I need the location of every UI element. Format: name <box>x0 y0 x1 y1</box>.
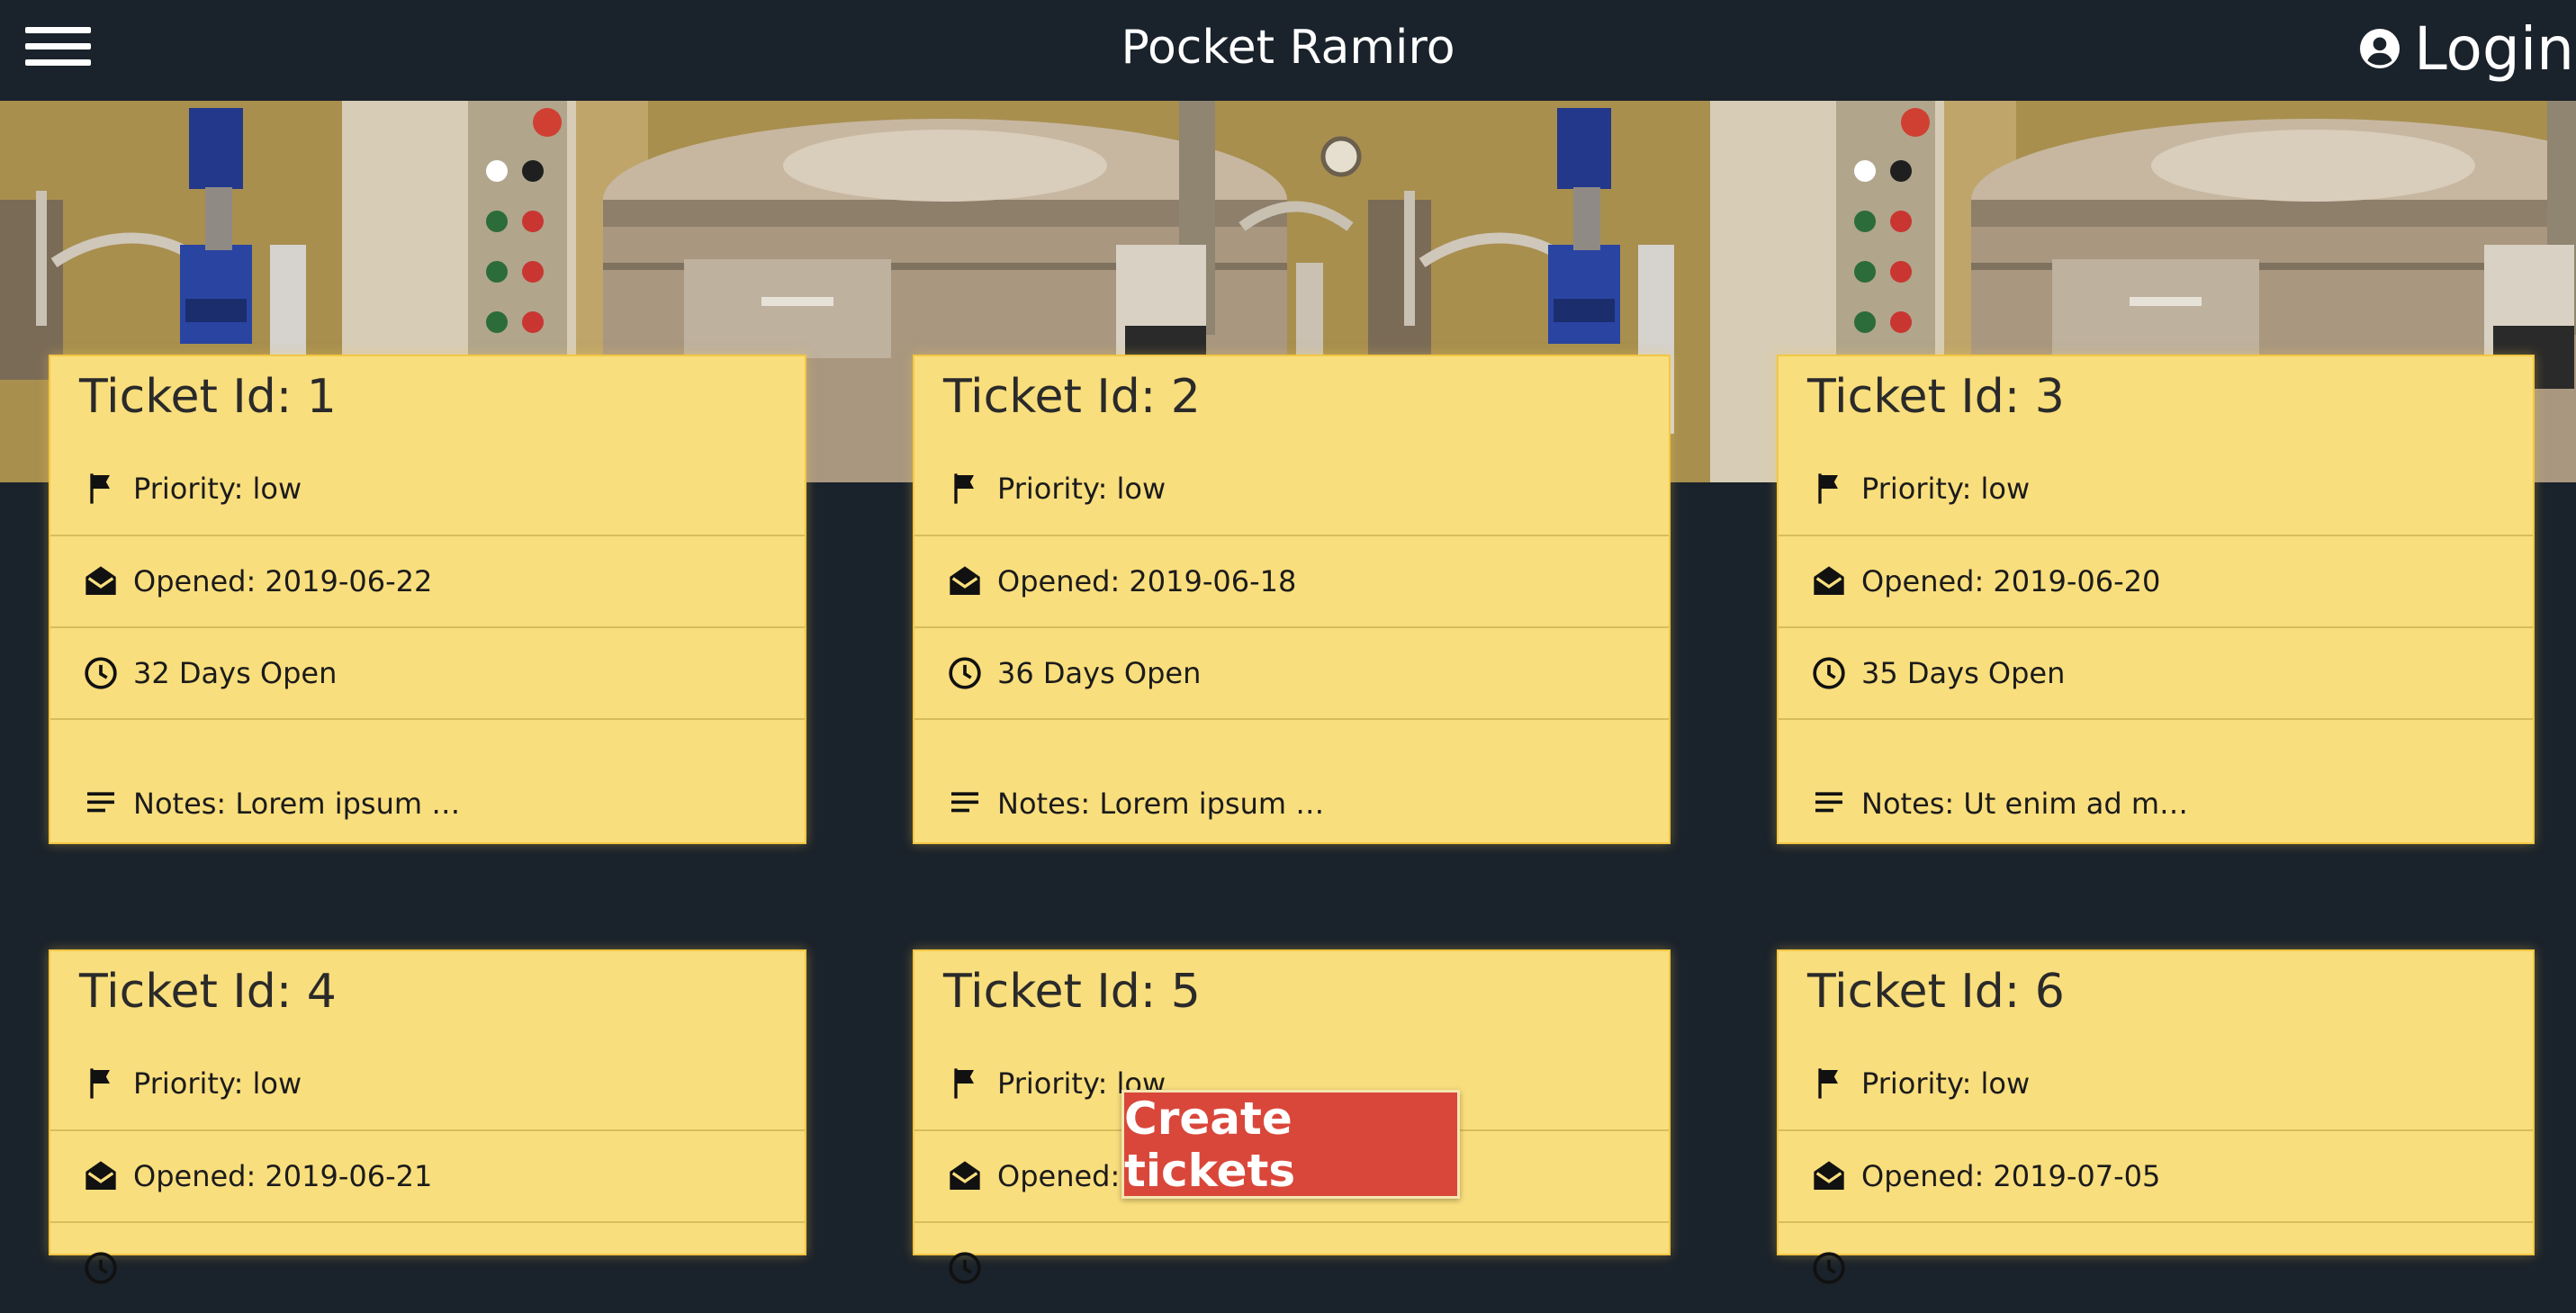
days-open-text: 35 Days Open <box>1861 656 2066 690</box>
notes-row: Notes: Ut enim ad m… <box>1779 718 2533 848</box>
ticket-title: Ticket Id: 1 <box>79 370 337 424</box>
envelope-open-icon <box>1814 566 1844 595</box>
notes-lines-icon <box>1815 792 1842 813</box>
opened-row: Opened: 2019-06-20 <box>1779 535 2533 626</box>
clock-icon <box>949 657 981 689</box>
ticket-card[interactable]: Ticket Id: 6 Priority: low Opened: 2019-… <box>1777 949 2535 1284</box>
days-open-row <box>50 1221 805 1313</box>
app-title: Pocket Ramiro <box>1121 21 1455 75</box>
days-open-row: 32 Days Open <box>50 626 805 718</box>
opened-row: Opened: 2019-07-05 <box>1779 1129 2533 1221</box>
opened-text: Opened: 2019-07-05 <box>1861 1159 2161 1193</box>
create-tickets-button[interactable]: Create tickets <box>1121 1090 1460 1199</box>
opened-text: Opened: 2019-06-20 <box>1861 564 2161 598</box>
opened-text: Opened: 2019-06-18 <box>997 564 1297 598</box>
days-open-text: 36 Days Open <box>997 656 1202 690</box>
notes-row: Notes: Lorem ipsum … <box>914 718 1669 848</box>
flag-icon <box>1818 1068 1838 1099</box>
envelope-open-icon <box>950 566 980 595</box>
login-label: Login <box>2413 13 2574 84</box>
envelope-open-icon <box>86 1161 116 1190</box>
priority-row: Priority: low <box>914 443 1669 535</box>
notes-text: Notes: Lorem ipsum … <box>133 787 461 821</box>
top-bar: Pocket Ramiro Login <box>0 0 2576 101</box>
clock-icon <box>1813 1252 1845 1284</box>
ticket-card[interactable]: Ticket Id: 4 Priority: low Opened: 2019-… <box>49 949 806 1284</box>
ticket-card[interactable]: Ticket Id: 1 Priority: low Opened: 2019-… <box>49 355 806 844</box>
ticket-title: Ticket Id: 2 <box>943 370 1201 424</box>
flag-icon <box>90 1068 110 1099</box>
flag-icon <box>1818 473 1838 504</box>
priority-text: Priority: low <box>133 472 302 506</box>
hamburger-menu-icon[interactable] <box>25 27 91 67</box>
notes-lines-icon <box>951 792 978 813</box>
ticket-card[interactable]: Ticket Id: 2 Priority: low Opened: 2019-… <box>913 355 1671 844</box>
flag-icon <box>954 1068 974 1099</box>
notes-text: Notes: Ut enim ad m… <box>1861 787 2188 821</box>
priority-text: Priority: low <box>133 1066 302 1101</box>
days-open-row: 36 Days Open <box>914 626 1669 718</box>
opened-row: Opened: 2019-06-22 <box>50 535 805 626</box>
ticket-title: Ticket Id: 3 <box>1807 370 2065 424</box>
flag-icon <box>90 473 110 504</box>
priority-row: Priority: low <box>50 1038 805 1129</box>
opened-row: Opened: 2019-06-18 <box>914 535 1669 626</box>
opened-text: Opened: 2019-06-21 <box>133 1159 433 1193</box>
clock-icon <box>1813 657 1845 689</box>
opened-text: Opened: 2019-06-22 <box>133 564 433 598</box>
priority-text: Priority: low <box>997 472 1166 506</box>
envelope-open-icon <box>1814 1161 1844 1190</box>
priority-text: Priority: low <box>1861 1066 2031 1101</box>
priority-row: Priority: low <box>50 443 805 535</box>
ticket-card[interactable]: Ticket Id: 3 Priority: low Opened: 2019-… <box>1777 355 2535 844</box>
envelope-open-icon <box>950 1161 980 1190</box>
ticket-title: Ticket Id: 6 <box>1807 965 2065 1019</box>
days-open-row: 35 Days Open <box>1779 626 2533 718</box>
days-open-text: 32 Days Open <box>133 656 338 690</box>
clock-icon <box>949 1252 981 1284</box>
ticket-title: Ticket Id: 4 <box>79 965 337 1019</box>
clock-icon <box>85 1252 117 1284</box>
ticket-title: Ticket Id: 5 <box>943 965 1201 1019</box>
notes-text: Notes: Lorem ipsum … <box>997 787 1325 821</box>
envelope-open-icon <box>86 566 116 595</box>
notes-row: Notes: Lorem ipsum … <box>50 718 805 848</box>
notes-lines-icon <box>87 792 114 813</box>
flag-icon <box>954 473 974 504</box>
clock-icon <box>85 657 117 689</box>
days-open-row <box>1779 1221 2533 1313</box>
user-circle-icon <box>2359 29 2400 68</box>
priority-row: Priority: low <box>1779 1038 2533 1129</box>
opened-row: Opened: 2019-06-21 <box>50 1129 805 1221</box>
days-open-row <box>914 1221 1669 1313</box>
login-button[interactable]: Login <box>2359 13 2574 85</box>
priority-row: Priority: low <box>1779 443 2533 535</box>
priority-text: Priority: low <box>1861 472 2031 506</box>
